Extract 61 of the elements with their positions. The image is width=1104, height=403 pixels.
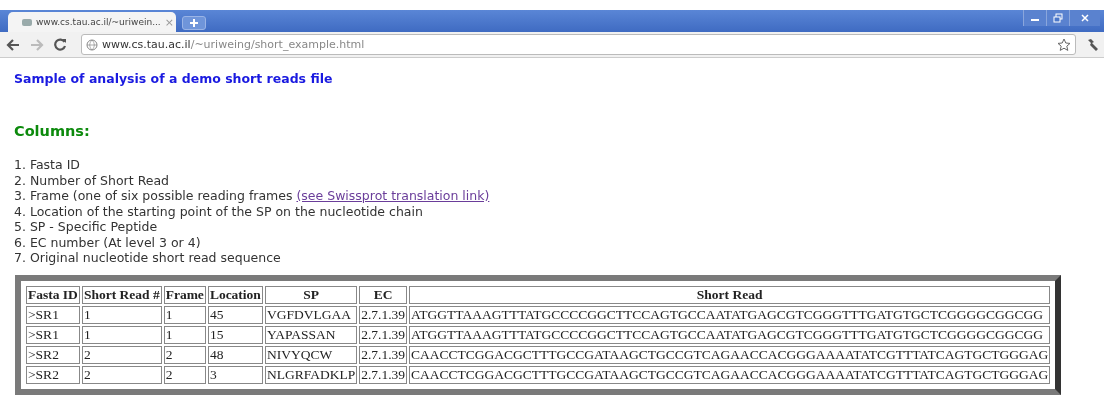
table-cell: 2	[81, 365, 162, 384]
table-cell: 45	[207, 305, 263, 324]
link[interactable]: (see Swissprot translation link)	[296, 188, 490, 203]
table-cell: ATGGTTAAAGTTTATGCCCCGGCTTCCAGTGCCAATATGAGCGTCGGGTTTGATGTGCTCGGGGCGGCGG	[409, 325, 1051, 344]
table-cell: ATGGTTAAAGTTTATGCCCCGGCTTCCAGTGCCAATATGAGCGTCGGGTTTGATGTGCTCGGGGCGGCGG	[409, 305, 1051, 324]
table-cell: 1	[163, 305, 206, 324]
list-item: 3. Frame (one of six possible reading frames (see Swissprot translation link)	[14, 188, 491, 204]
table-cell: 15	[207, 325, 263, 344]
table-cell: >SR1	[26, 305, 80, 324]
table-cell: YAPASSAN	[264, 325, 358, 344]
list-item: 5. SP - Specific Peptide	[14, 219, 159, 235]
table-cell: >SR2	[26, 345, 80, 364]
new-tab-button[interactable]	[182, 16, 206, 30]
table-cell: CAACCTCGGACGCTTTGCCGATAAGCTGCCGTCAGAACCACGGGAAAATATCGTTTATCAGTGCTGGGAG	[409, 365, 1051, 384]
globe-icon	[86, 38, 98, 51]
page-icon	[22, 18, 32, 26]
star-icon[interactable]	[1057, 37, 1071, 52]
table-cell: >SR2	[26, 365, 80, 384]
table-cell: 2.7.1.39	[359, 325, 408, 344]
restore-icon	[1053, 13, 1063, 23]
table-cell: 1	[81, 305, 162, 324]
column-header: Fasta ID	[26, 285, 80, 304]
list-item: 7. Original nucleotide short read sequence	[14, 250, 282, 266]
list-item: 2. Number of Short Read	[14, 172, 171, 188]
table-cell: 2.7.1.39	[359, 345, 408, 364]
list-item: 1. Fasta ID	[14, 157, 81, 173]
reload-icon[interactable]	[54, 38, 67, 51]
table-cell: 48	[207, 345, 263, 364]
table-cell: 3	[207, 365, 263, 384]
close-icon	[1080, 13, 1090, 23]
wrench-icon[interactable]	[1086, 37, 1098, 52]
table-cell: NIVYQCW	[264, 345, 358, 364]
table-cell: 1	[81, 325, 162, 344]
table-cell: 2.7.1.39	[359, 305, 408, 324]
list-item: 4. Location of the starting point of the SP on the nucleotide chain	[14, 203, 424, 219]
section-heading: Columns:	[14, 123, 91, 139]
table-cell: VGFDVLGAA	[264, 305, 358, 324]
table-cell: NLGRFADKLP	[264, 365, 358, 384]
column-header: Frame	[163, 285, 206, 304]
url-text: www.cs.tau.ac.il/~uriweing/short_example.html	[102, 38, 366, 51]
column-header: SP	[264, 285, 358, 304]
restore-button[interactable]	[1046, 10, 1069, 26]
column-header: Location	[207, 285, 263, 304]
table-cell: CAACCTCGGACGCTTTGCCGATAAGCTGCCGTCAGAACCACGGGAAAATATCGTTTATCAGTGCTGGGAG	[409, 345, 1051, 364]
list-item: 6. EC number (At level 3 or 4)	[14, 234, 202, 250]
page-title: Sample of analysis of a demo short reads file	[14, 71, 334, 86]
table-cell: 1	[163, 325, 206, 344]
table-cell: 2	[163, 345, 206, 364]
table-cell: 2.7.1.39	[359, 365, 408, 384]
close-button[interactable]	[1069, 10, 1100, 26]
column-header: EC	[359, 285, 408, 304]
table-cell: 2	[81, 345, 162, 364]
back-icon[interactable]	[6, 38, 20, 51]
browser-tab[interactable]: www.cs.tau.ac.il/~uriwein... ×	[8, 12, 176, 32]
address-bar[interactable]: www.cs.tau.ac.il/~uriweing/short_example.html	[81, 34, 1076, 55]
column-header: Short Read	[409, 285, 1051, 304]
table-cell: 2	[163, 365, 206, 384]
minimize-button[interactable]	[1023, 10, 1046, 26]
table-cell: >SR1	[26, 325, 80, 344]
column-header: Short Read #	[81, 285, 162, 304]
plus-icon	[188, 17, 200, 29]
